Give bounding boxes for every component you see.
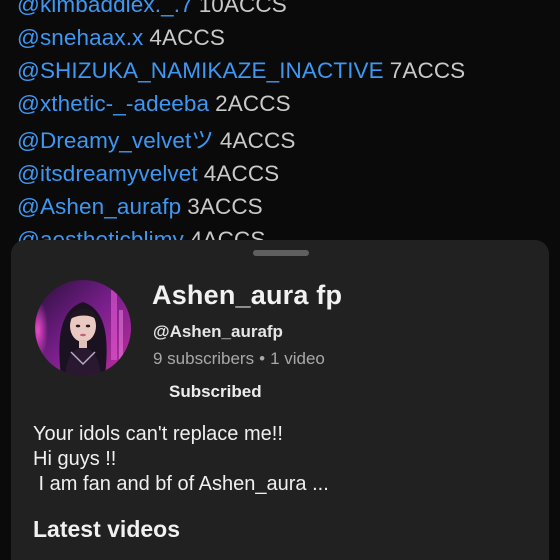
channel-description[interactable]: Your idols can't replace me!! Hi guys !!… — [33, 422, 533, 497]
mention-line: @Ashen_aurafp 3ACCS — [17, 190, 557, 223]
mention-line: @itsdreamyvelvet 4ACCS — [17, 157, 557, 190]
latest-videos-heading: Latest videos — [33, 516, 180, 542]
mention-line: @kimbaddiex._.7 10ACCS — [17, 0, 557, 21]
screen: @kimbaddiex._.7 10ACCS @snehaax.x 4ACCS @S… — [0, 0, 560, 560]
description-line: Your idols can't replace me!! — [33, 423, 283, 445]
mention-link[interactable]: @xthetic-_-adeeba — [17, 91, 209, 116]
mention-link[interactable]: @SHIZUKA_NAMIKAZE_INACTIVE — [17, 58, 384, 83]
account-count: 4ACCS — [219, 128, 296, 153]
mention-link[interactable]: @Ashen_aurafp — [17, 194, 181, 219]
profile-photo-icon — [35, 280, 131, 376]
mention-line: @snehaax.x 4ACCS — [17, 21, 557, 54]
account-count: 2ACCS — [215, 91, 291, 116]
subscriber-count: 9 subscribers — [153, 349, 255, 368]
account-count: 3ACCS — [187, 194, 263, 219]
subscribed-button[interactable]: Subscribed — [159, 380, 272, 404]
channel-bottom-sheet: Ashen_aura fp @Ashen_aurafp 9 subscriber… — [11, 240, 549, 560]
comment-text: @kimbaddiex._.7 10ACCS @snehaax.x 4ACCS @S… — [17, 0, 557, 256]
mention-link[interactable]: @Dreamy_velvetツ — [17, 128, 214, 153]
drag-handle[interactable] — [253, 250, 309, 256]
account-count: 10ACCS — [198, 0, 287, 17]
mention-line: @Dreamy_velvetツ 4ACCS — [17, 124, 557, 157]
channel-name: Ashen_aura fp — [152, 280, 343, 310]
video-count: 1 video — [270, 349, 325, 368]
channel-handle: @Ashen_aurafp — [153, 322, 283, 341]
meta-separator: • — [259, 349, 266, 368]
account-count: 4ACCS — [203, 161, 280, 186]
channel-stats: 9 subscribers • 1 video — [153, 349, 325, 369]
mention-line: @xthetic-_-adeeba 2ACCS — [17, 87, 557, 120]
mention-link[interactable]: @snehaax.x — [17, 25, 143, 50]
account-count: 4ACCS — [149, 25, 225, 50]
account-count: 7ACCS — [389, 58, 466, 83]
mention-line: @SHIZUKA_NAMIKAZE_INACTIVE 7ACCS — [17, 54, 557, 87]
description-line: I am fan and bf of Ashen_aura ... — [33, 473, 329, 495]
mention-link[interactable]: @itsdreamyvelvet — [17, 161, 198, 186]
mention-link[interactable]: @kimbaddiex._.7 — [17, 0, 193, 17]
channel-avatar[interactable] — [35, 280, 131, 376]
description-line: Hi guys !! — [33, 448, 117, 470]
